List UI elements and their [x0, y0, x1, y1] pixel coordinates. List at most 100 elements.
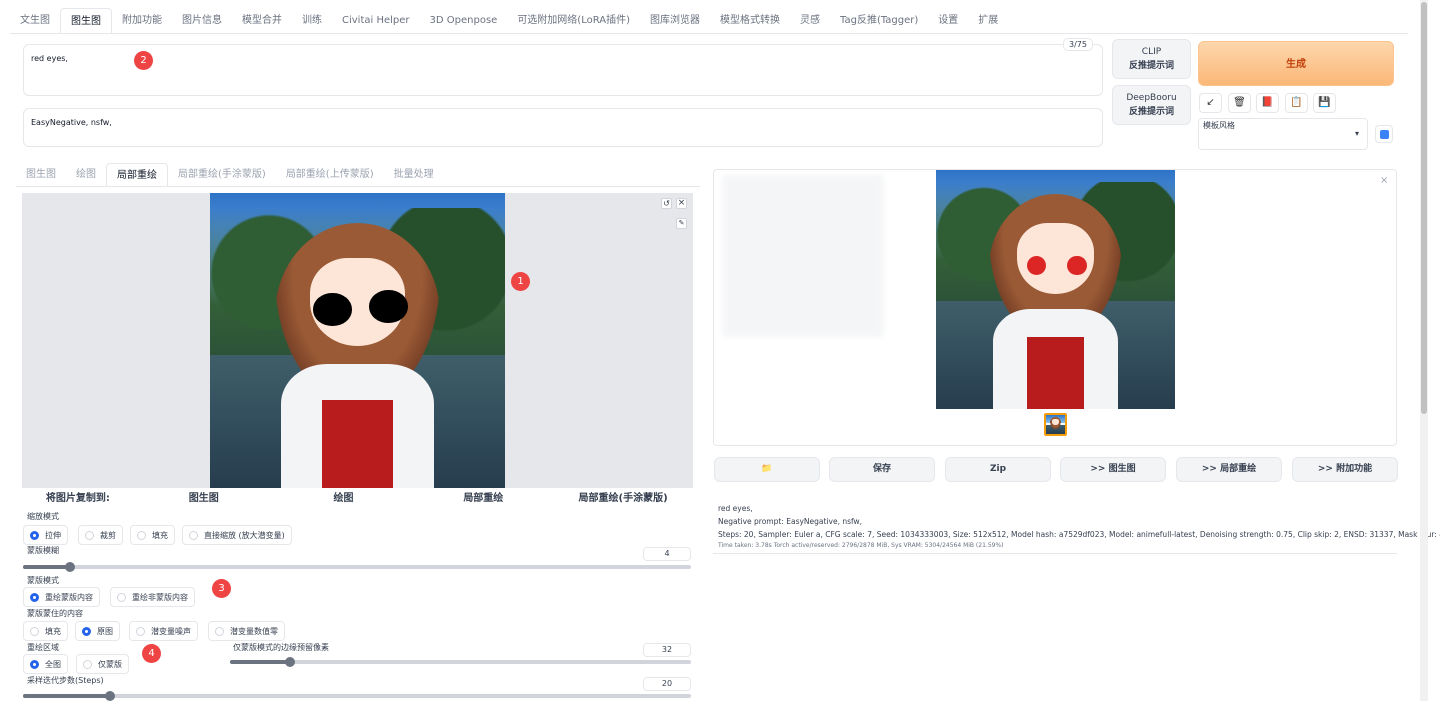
masked-content-fill[interactable]: 填充 [23, 621, 68, 641]
copy-to-bar: 将图片复制到: 图生图 绘图 局部重绘 局部重绘(手涂蒙版) [22, 488, 693, 510]
masked-content-latent-noise[interactable]: 潜变量噪声 [129, 621, 198, 641]
close-icon[interactable]: × [1380, 175, 1388, 186]
gallery-blurred-background [722, 175, 884, 337]
option-label: 全图 [45, 659, 61, 669]
output-image[interactable] [936, 170, 1175, 409]
refresh-button[interactable] [1375, 125, 1393, 143]
masked-content-original[interactable]: 原图 [75, 621, 120, 641]
resize-option-crop[interactable]: 裁剪 [78, 525, 123, 545]
info-divider [713, 553, 1397, 554]
marker-1: 1 [511, 272, 530, 291]
mask-blur-slider[interactable] [23, 562, 691, 572]
radio-dot [30, 659, 39, 669]
tab-additional-networks[interactable]: 可选附加网络(LoRA插件) [507, 8, 640, 34]
option-label: 填充 [45, 626, 61, 636]
inpaint-area-only-masked[interactable]: 仅蒙版 [76, 654, 129, 674]
subtab-batch[interactable]: 批量处理 [384, 163, 444, 187]
subtab-img2img[interactable]: 图生图 [16, 163, 66, 187]
radio-dot [137, 530, 146, 540]
generate-button[interactable]: 生成 [1198, 41, 1394, 86]
save-button[interactable]: 保存 [829, 457, 935, 482]
tab-civitai-helper[interactable]: Civitai Helper [332, 8, 420, 34]
masked-content-label: 蒙版蒙住的内容 [27, 609, 83, 618]
radio-dot [83, 659, 92, 669]
mask-mode-inpaint-not-masked[interactable]: 重绘非蒙版内容 [110, 587, 195, 607]
clip-interrogate-button[interactable]: CLIP 反推提示词 [1112, 39, 1191, 79]
img2img-subtab-bar: 图生图 绘图 局部重绘 局部重绘(手涂蒙版) 局部重绘(上传蒙版) 批量处理 [16, 163, 444, 187]
tab-3d-openpose[interactable]: 3D Openpose [420, 8, 508, 34]
tab-inspiration[interactable]: 灵感 [790, 8, 830, 34]
card-icon[interactable]: 📕 [1256, 93, 1279, 113]
send-to-extras-button[interactable]: >> 附加功能 [1292, 457, 1398, 482]
dress [1026, 337, 1085, 409]
mask-blur-label: 蒙版模糊 [27, 546, 59, 555]
negative-prompt-text: EasyNegative, nsfw, [31, 118, 112, 127]
open-folder-button[interactable]: 📁 [714, 457, 820, 482]
negative-prompt-input[interactable]: EasyNegative, nsfw, [23, 108, 1103, 147]
masked-content-latent-nothing[interactable]: 潜变量数值零 [208, 621, 285, 641]
deepbooru-interrogate-button[interactable]: DeepBooru 反推提示词 [1112, 85, 1191, 125]
slider-handle[interactable] [64, 562, 75, 572]
tab-train[interactable]: 训练 [292, 8, 332, 34]
copy-to-inpaint-sketch-button[interactable]: 局部重绘(手涂蒙版) [553, 488, 693, 510]
zip-button[interactable]: Zip [945, 457, 1051, 482]
tab-img2img[interactable]: 图生图 [60, 8, 112, 34]
resize-mode-label: 缩放模式 [27, 512, 59, 521]
send-to-inpaint-button[interactable]: >> 局部重绘 [1176, 457, 1282, 482]
top-tab-bar: 文生图 图生图 附加功能 图片信息 模型合并 训练 Civitai Helper… [10, 8, 1008, 34]
input-image[interactable] [210, 193, 505, 488]
deepbooru-label: DeepBooru [1126, 93, 1177, 103]
tab-extras[interactable]: 附加功能 [112, 8, 172, 34]
tab-tagger[interactable]: Tag反推(Tagger) [830, 8, 928, 34]
subtab-inpaint-sketch[interactable]: 局部重绘(手涂蒙版) [168, 163, 276, 187]
marker-2: 2 [134, 51, 153, 70]
mask-mode-label: 蒙版模式 [27, 576, 59, 585]
brush-icon[interactable]: ✎ [676, 218, 687, 229]
mask-mode-inpaint-masked[interactable]: 重绘蒙版内容 [23, 587, 100, 607]
subtab-inpaint[interactable]: 局部重绘 [106, 163, 168, 187]
slider-handle[interactable] [284, 657, 295, 667]
prompt-input[interactable]: red eyes, [23, 44, 1103, 96]
tab-image-browser[interactable]: 图库浏览器 [640, 8, 710, 34]
tab-settings[interactable]: 设置 [928, 8, 968, 34]
scrollbar-thumb[interactable] [1421, 2, 1427, 414]
tab-png-info[interactable]: 图片信息 [172, 8, 232, 34]
info-parameters: Steps: 20, Sampler: Euler a, CFG scale: … [718, 530, 1440, 539]
slider-fill [23, 565, 70, 569]
copy-to-inpaint-button[interactable]: 局部重绘 [413, 488, 553, 510]
resize-option-fill[interactable]: 填充 [130, 525, 175, 545]
padding-value[interactable]: 32 [643, 643, 691, 657]
steps-slider[interactable] [23, 691, 691, 701]
subtab-inpaint-upload[interactable]: 局部重绘(上传蒙版) [276, 163, 384, 187]
prompt-text: red eyes, [31, 54, 68, 63]
copy-to-sketch-button[interactable]: 绘图 [274, 488, 414, 510]
steps-label: 采样迭代步数(Steps) [27, 676, 104, 685]
copy-to-label: 将图片复制到: [45, 493, 110, 504]
undo-icon[interactable]: ↺ [661, 198, 672, 209]
steps-value[interactable]: 20 [643, 677, 691, 691]
inpaint-area-whole-picture[interactable]: 全图 [23, 654, 68, 674]
tab-extensions[interactable]: 扩展 [968, 8, 1008, 34]
style-dropdown[interactable]: 模板风格 ▾ [1198, 118, 1368, 150]
tab-checkpoint-merger[interactable]: 模型合并 [232, 8, 292, 34]
trash-icon[interactable]: 🗑 [1228, 93, 1251, 113]
save-style-icon[interactable]: 💾 [1313, 93, 1336, 113]
tab-txt2img[interactable]: 文生图 [10, 8, 60, 34]
copy-to-img2img-button[interactable]: 图生图 [134, 488, 274, 510]
page-scrollbar[interactable] [1420, 0, 1428, 701]
clear-icon[interactable]: × [676, 198, 687, 209]
clipboard-icon[interactable]: 📋 [1285, 93, 1308, 113]
send-to-img2img-button[interactable]: >> 图生图 [1060, 457, 1166, 482]
slider-fill [230, 660, 290, 664]
resize-option-latent-upscale[interactable]: 直接缩放 (放大潜变量) [182, 525, 292, 545]
red-eye-left [1026, 256, 1046, 276]
slider-handle[interactable] [104, 691, 115, 701]
mask-blur-value[interactable]: 4 [643, 547, 691, 561]
gallery-thumbnail[interactable] [1044, 413, 1067, 436]
subtab-sketch[interactable]: 绘图 [66, 163, 106, 187]
resize-option-stretch[interactable]: 拉伸 [23, 525, 68, 545]
style-label: 模板风格 [1203, 121, 1235, 130]
padding-slider[interactable] [230, 657, 691, 667]
arrow-icon[interactable]: ↙ [1199, 93, 1222, 113]
tab-model-converter[interactable]: 模型格式转换 [710, 8, 790, 34]
